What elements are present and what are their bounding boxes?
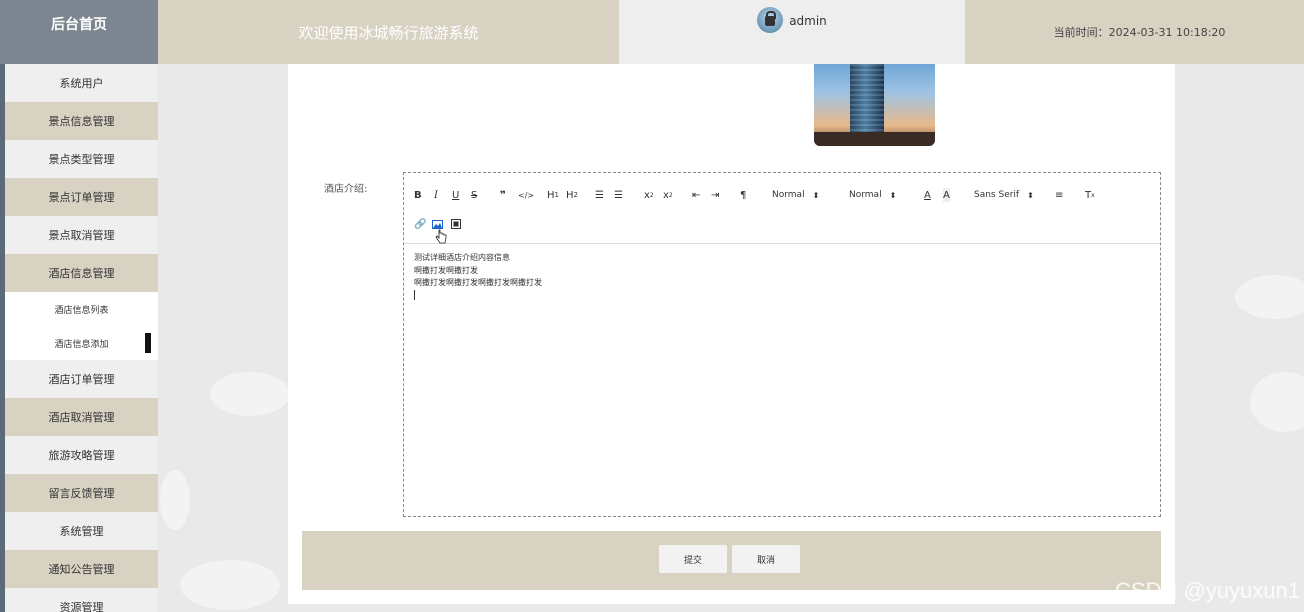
sidebar-item-label: 景点取消管理 [48, 229, 115, 242]
sidebar-subitem-hotel-list[interactable]: 酒店信息列表 [5, 292, 158, 326]
sidebar-item-label: 景点类型管理 [48, 153, 115, 166]
brand-home-link[interactable]: 后台首页 [0, 0, 158, 64]
underline-button[interactable]: U [452, 188, 459, 202]
editor-content[interactable]: 测试详细酒店介绍内容信息 啊撒打发啊撒打发 啊撒打发啊撒打发啊撒打发啊撒打发 [404, 244, 1160, 312]
text-color-icon[interactable]: A [924, 188, 931, 202]
sidebar-item-feedback[interactable]: 留言反馈管理 [5, 474, 158, 512]
sidebar-subitem-hotel-add[interactable]: 酒店信息添加 [5, 326, 158, 360]
top-bar: 后台首页 欢迎使用冰城畅行旅游系统 admin 当前时间： 2024-03-31 … [0, 0, 1304, 64]
background-bubble [160, 470, 190, 530]
video-icon[interactable] [451, 217, 461, 231]
sidebar-item-label: 系统管理 [59, 525, 104, 538]
welcome-text: 欢迎使用冰城畅行旅游系统 [298, 23, 479, 42]
header-select[interactable]: Normal [772, 188, 819, 202]
editor-line: 测试详细酒店介绍内容信息 [414, 253, 510, 262]
clear-format-icon[interactable]: Tx [1085, 188, 1095, 202]
blockquote-button[interactable]: ❞ [500, 188, 506, 202]
ordered-list-icon[interactable]: ☰ [595, 188, 604, 202]
strike-button[interactable]: S [471, 188, 477, 202]
sidebar-item-resources[interactable]: 资源管理 [5, 588, 158, 612]
sidebar-item-label: 酒店信息管理 [48, 267, 115, 280]
bullet-list-icon[interactable]: ☰ [614, 188, 623, 202]
sidebar-item-label: 酒店信息列表 [54, 305, 109, 316]
time-value: 2024-03-31 10:18:20 [1108, 25, 1226, 39]
sidebar-item-notices[interactable]: 通知公告管理 [5, 550, 158, 588]
rich-text-editor: B I U S ❞ </> H1 H2 ☰ ☰ x2 x2 ⇤ ⇥ ¶ Norm… [403, 172, 1161, 517]
username: admin [789, 14, 827, 28]
hotel-tower-graphic [850, 64, 884, 142]
form-panel: 酒店介绍: B I U S ❞ </> H1 H2 ☰ ☰ x2 x2 ⇤ ⇥ … [288, 64, 1175, 604]
cancel-button[interactable]: 取消 [732, 545, 800, 573]
outdent-icon[interactable]: ⇤ [692, 188, 700, 202]
editor-line: 啊撒打发啊撒打发 [414, 265, 478, 275]
sidebar-item-hotel-orders[interactable]: 酒店订单管理 [5, 360, 158, 398]
sidebar-item-scenic-info[interactable]: 景点信息管理 [5, 102, 158, 140]
hotel-intro-label: 酒店介绍: [324, 184, 368, 195]
header-2-button[interactable]: H2 [566, 188, 578, 202]
code-block-button[interactable]: </> [518, 188, 534, 202]
background-bubble [210, 372, 290, 416]
subscript-button[interactable]: x2 [644, 188, 654, 202]
font-select[interactable]: Sans Serif [974, 188, 1034, 202]
sidebar-item-system-users[interactable]: 系统用户 [5, 64, 158, 102]
submit-button[interactable]: 提交 [659, 545, 727, 573]
time-label: 当前时间： [1053, 26, 1109, 39]
background-bubble [1235, 275, 1304, 319]
sidebar-item-scenic-type[interactable]: 景点类型管理 [5, 140, 158, 178]
brand-label: 后台首页 [51, 17, 107, 33]
italic-button[interactable]: I [434, 188, 438, 202]
sidebar-item-system-manage[interactable]: 系统管理 [5, 512, 158, 550]
header-1-button[interactable]: H1 [547, 188, 559, 202]
sidebar-item-label: 通知公告管理 [48, 563, 115, 576]
align-icon[interactable]: ≡ [1055, 188, 1063, 202]
editor-toolbar: B I U S ❞ </> H1 H2 ☰ ☰ x2 x2 ⇤ ⇥ ¶ Norm… [404, 173, 1160, 244]
hotel-ground-graphic [814, 132, 935, 146]
sidebar-item-label: 酒店信息添加 [54, 339, 109, 350]
user-box[interactable]: admin [619, 0, 965, 64]
sidebar-item-scenic-orders[interactable]: 景点订单管理 [5, 178, 158, 216]
background-color-icon[interactable]: A [943, 188, 950, 202]
sidebar-item-label: 旅游攻略管理 [48, 449, 115, 462]
text-direction-icon[interactable]: ¶ [740, 188, 746, 202]
form-action-bar: 提交 取消 [302, 531, 1161, 590]
current-time: 当前时间： 2024-03-31 10:18:20 [965, 0, 1304, 64]
welcome-banner: 欢迎使用冰城畅行旅游系统 [158, 0, 619, 64]
sidebar-item-scenic-cancel[interactable]: 景点取消管理 [5, 216, 158, 254]
hotel-image-preview[interactable] [814, 64, 935, 146]
text-caret [414, 289, 415, 300]
sidebar-item-hotel-cancel[interactable]: 酒店取消管理 [5, 398, 158, 436]
sidebar-item-label: 景点订单管理 [48, 191, 115, 204]
sidebar-item-label: 资源管理 [59, 601, 104, 612]
sidebar-item-label: 酒店订单管理 [48, 373, 115, 386]
sidebar-item-hotel-info[interactable]: 酒店信息管理 [5, 254, 158, 292]
size-select[interactable]: Normal [849, 188, 896, 202]
sidebar-item-travel-guides[interactable]: 旅游攻略管理 [5, 436, 158, 474]
user-avatar-lock-icon[interactable] [757, 7, 784, 33]
background-bubble [180, 560, 280, 610]
background-bubble [1250, 372, 1304, 432]
indent-icon[interactable]: ⇥ [711, 188, 719, 202]
editor-line: 啊撒打发啊撒打发啊撒打发啊撒打发 [414, 278, 542, 287]
watermark: CSDN @yuyuxun1 [1115, 578, 1300, 603]
hand-cursor-icon [435, 229, 447, 244]
sidebar-item-label: 酒店取消管理 [48, 411, 115, 424]
bold-button[interactable]: B [414, 188, 422, 202]
link-icon[interactable]: 🔗 [414, 217, 426, 231]
sidebar-item-label: 留言反馈管理 [48, 487, 115, 500]
sidebar-item-label: 系统用户 [59, 77, 104, 90]
sidebar-nav: 系统用户 景点信息管理 景点类型管理 景点订单管理 景点取消管理 酒店信息管理 … [5, 64, 158, 612]
sidebar-item-label: 景点信息管理 [48, 115, 115, 128]
superscript-button[interactable]: x2 [663, 188, 673, 202]
